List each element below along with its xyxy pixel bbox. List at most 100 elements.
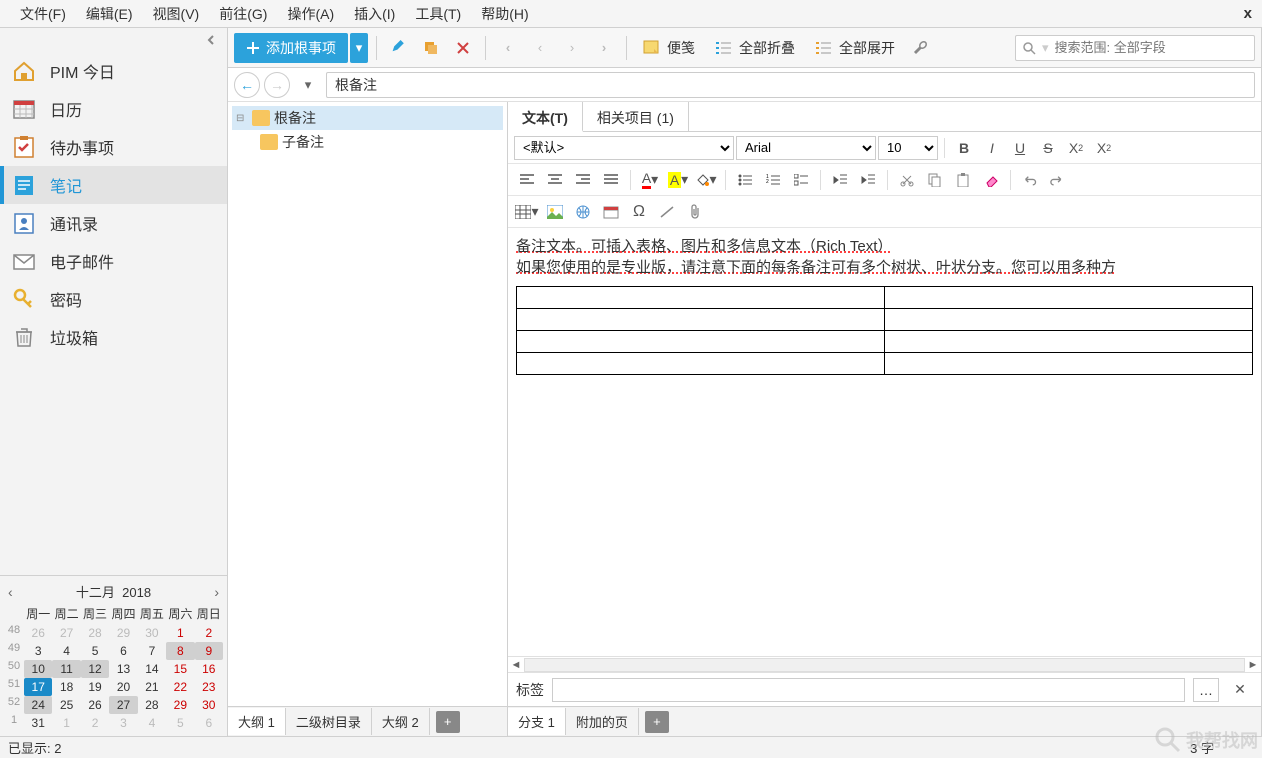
cal-day[interactable]: 6 bbox=[109, 642, 137, 660]
add-root-dropdown[interactable]: ▾ bbox=[350, 33, 368, 63]
settings-button[interactable] bbox=[907, 34, 935, 62]
cal-day[interactable]: 4 bbox=[52, 642, 80, 660]
menu-item[interactable]: 文件(F) bbox=[10, 0, 76, 28]
cal-day[interactable]: 1 bbox=[166, 624, 194, 642]
cal-day[interactable]: 20 bbox=[109, 678, 137, 696]
editor-horizontal-scrollbar[interactable]: ◄ ► bbox=[508, 656, 1261, 672]
cut-button[interactable] bbox=[894, 167, 920, 193]
cal-day[interactable]: 26 bbox=[24, 624, 52, 642]
font-color-button[interactable]: A▾ bbox=[637, 167, 663, 193]
collapse-all-button[interactable]: 全部折叠 bbox=[707, 33, 803, 63]
tree-tab-outline2[interactable]: 大纲 2 bbox=[372, 708, 430, 735]
nav-first-button[interactable]: ‹ bbox=[494, 34, 522, 62]
editor-tab-related[interactable]: 相关项目 (1) bbox=[583, 102, 689, 131]
add-branch-tab-button[interactable]: + bbox=[645, 711, 669, 733]
cal-day[interactable]: 19 bbox=[81, 678, 109, 696]
search-input[interactable] bbox=[1055, 40, 1248, 55]
cal-day[interactable]: 24 bbox=[24, 696, 52, 714]
insert-link-button[interactable] bbox=[570, 199, 596, 225]
sidebar-item-contacts[interactable]: 通讯录 bbox=[0, 204, 227, 242]
indent-button[interactable] bbox=[855, 167, 881, 193]
branch-tab-attached[interactable]: 附加的页 bbox=[566, 708, 639, 735]
sidebar-item-note[interactable]: 笔记 bbox=[0, 166, 227, 204]
cal-day[interactable]: 27 bbox=[109, 696, 137, 714]
cal-day[interactable]: 5 bbox=[166, 714, 194, 732]
cal-title[interactable]: 十二月 2018 bbox=[76, 582, 151, 601]
fill-color-button[interactable]: ▾ bbox=[693, 167, 719, 193]
font-size-select[interactable]: 10 bbox=[878, 136, 938, 160]
cal-day[interactable]: 25 bbox=[52, 696, 80, 714]
menu-item[interactable]: 编辑(E) bbox=[76, 0, 143, 28]
note-tree[interactable]: ⊟ 根备注 子备注 bbox=[228, 102, 507, 706]
insert-table-button[interactable]: ▾ bbox=[514, 199, 540, 225]
cal-day[interactable]: 5 bbox=[81, 642, 109, 660]
cal-day[interactable]: 1 bbox=[52, 714, 80, 732]
style-select[interactable]: <默认> bbox=[514, 136, 734, 160]
insert-symbol-button[interactable]: Ω bbox=[626, 199, 652, 225]
add-root-item-button[interactable]: 添加根事项 bbox=[234, 33, 348, 63]
cal-day[interactable]: 30 bbox=[138, 624, 166, 642]
nav-prev-button[interactable]: ‹ bbox=[526, 34, 554, 62]
cal-day[interactable]: 31 bbox=[24, 714, 52, 732]
align-justify-button[interactable] bbox=[598, 167, 624, 193]
italic-button[interactable]: I bbox=[979, 135, 1005, 161]
cal-day[interactable]: 17 bbox=[24, 678, 52, 696]
cal-day[interactable]: 22 bbox=[166, 678, 194, 696]
sidebar-item-key[interactable]: 密码 bbox=[0, 280, 227, 318]
tag-input[interactable] bbox=[552, 678, 1185, 702]
font-select[interactable]: Arial bbox=[736, 136, 876, 160]
edit-button[interactable] bbox=[385, 34, 413, 62]
cal-next-button[interactable]: › bbox=[214, 584, 219, 600]
cal-day[interactable]: 6 bbox=[195, 714, 223, 732]
strike-button[interactable]: S bbox=[1035, 135, 1061, 161]
nav-next-button[interactable]: › bbox=[558, 34, 586, 62]
cal-day[interactable]: 29 bbox=[166, 696, 194, 714]
sidebar-item-mail[interactable]: 电子邮件 bbox=[0, 242, 227, 280]
insert-date-button[interactable] bbox=[598, 199, 624, 225]
tag-close-button[interactable]: ✕ bbox=[1227, 677, 1253, 703]
menu-item[interactable]: 插入(I) bbox=[344, 0, 405, 28]
scroll-right-button[interactable]: ► bbox=[1245, 659, 1261, 671]
sidebar-collapse-button[interactable] bbox=[0, 28, 227, 52]
align-center-button[interactable] bbox=[542, 167, 568, 193]
cal-day[interactable]: 23 bbox=[195, 678, 223, 696]
copy-button[interactable] bbox=[417, 34, 445, 62]
menu-item[interactable]: 操作(A) bbox=[277, 0, 344, 28]
align-right-button[interactable] bbox=[570, 167, 596, 193]
scroll-left-button[interactable]: ◄ bbox=[508, 659, 524, 671]
cal-day[interactable]: 3 bbox=[24, 642, 52, 660]
cal-day[interactable]: 29 bbox=[109, 624, 137, 642]
checklist-button[interactable] bbox=[788, 167, 814, 193]
cal-day[interactable]: 11 bbox=[52, 660, 80, 678]
sidebar-item-trash[interactable]: 垃圾箱 bbox=[0, 318, 227, 356]
cal-day[interactable]: 27 bbox=[52, 624, 80, 642]
cal-day[interactable]: 30 bbox=[195, 696, 223, 714]
bullet-list-button[interactable] bbox=[732, 167, 758, 193]
number-list-button[interactable]: 12 bbox=[760, 167, 786, 193]
cal-day[interactable]: 10 bbox=[24, 660, 52, 678]
cal-day[interactable]: 3 bbox=[109, 714, 137, 732]
nav-forward-button[interactable]: → bbox=[264, 72, 290, 98]
cal-day[interactable]: 13 bbox=[109, 660, 137, 678]
highlight-button[interactable]: A▾ bbox=[665, 167, 691, 193]
insert-line-button[interactable] bbox=[654, 199, 680, 225]
delete-button[interactable] bbox=[449, 34, 477, 62]
bold-button[interactable]: B bbox=[951, 135, 977, 161]
sidebar-item-home[interactable]: PIM 今日 bbox=[0, 52, 227, 90]
clear-format-button[interactable] bbox=[978, 167, 1004, 193]
branch-tab-1[interactable]: 分支 1 bbox=[508, 708, 566, 735]
close-button[interactable]: x bbox=[1244, 5, 1252, 22]
cal-day[interactable]: 18 bbox=[52, 678, 80, 696]
nav-back-button[interactable]: ← bbox=[234, 72, 260, 98]
superscript-button[interactable]: X2 bbox=[1091, 135, 1117, 161]
outdent-button[interactable] bbox=[827, 167, 853, 193]
redo-button[interactable] bbox=[1045, 167, 1071, 193]
cal-day[interactable]: 12 bbox=[81, 660, 109, 678]
cal-day[interactable]: 16 bbox=[195, 660, 223, 678]
copy-button[interactable] bbox=[922, 167, 948, 193]
nav-history-dropdown[interactable]: ▾ bbox=[294, 71, 322, 99]
cal-day[interactable]: 8 bbox=[166, 642, 194, 660]
scroll-track[interactable] bbox=[524, 658, 1245, 672]
sidebar-item-calendar[interactable]: 日历 bbox=[0, 90, 227, 128]
cal-day[interactable]: 7 bbox=[138, 642, 166, 660]
